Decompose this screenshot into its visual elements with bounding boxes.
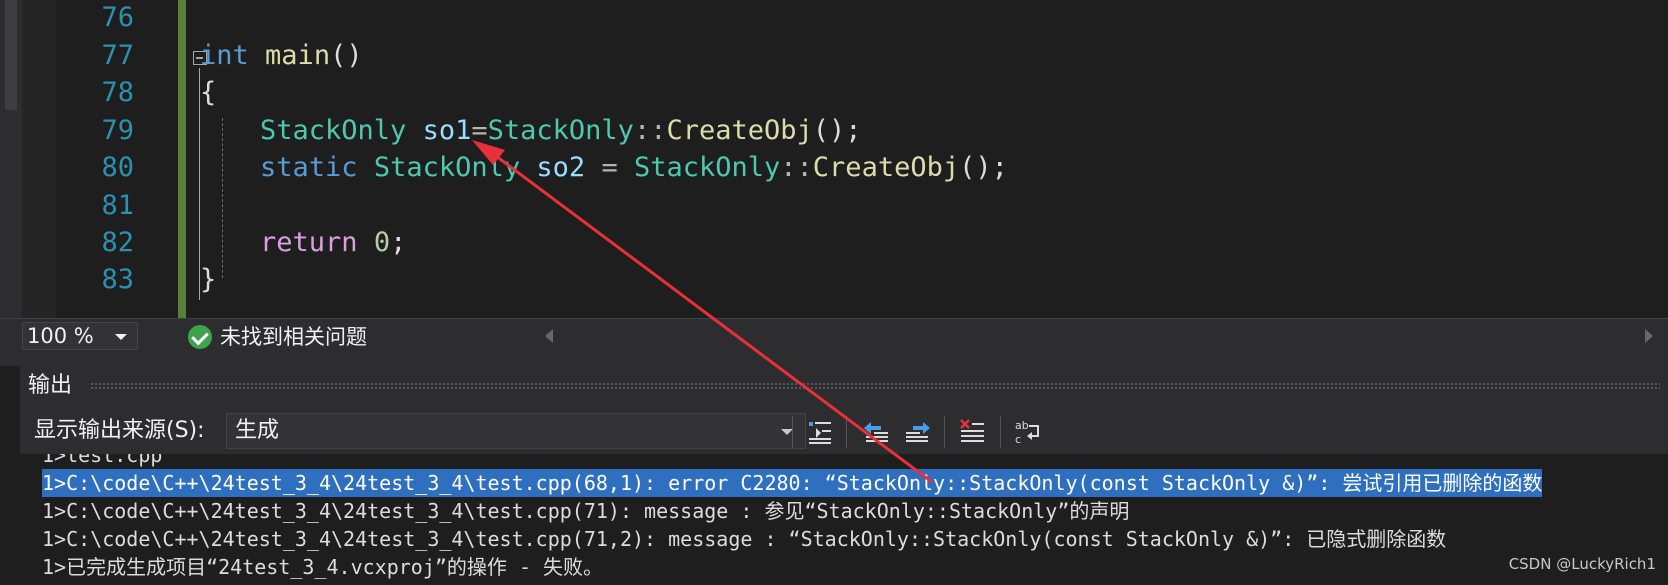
code-token-punct: (); — [959, 152, 1008, 183]
zoom-level-dropdown[interactable]: 100 % — [22, 322, 138, 350]
output-line-error-selected[interactable]: 1>C:\code\C++\24test_3_4\24test_3_4\test… — [42, 469, 1543, 497]
clear-all-icon — [960, 419, 984, 442]
watermark: CSDN @LuckyRich1 — [1508, 555, 1656, 573]
toolbar-separator — [944, 416, 945, 448]
code-token-punct: } — [200, 264, 217, 295]
chevron-down-icon — [115, 334, 127, 340]
code-line-83[interactable]: } — [200, 260, 216, 300]
code-token-function: CreateObj — [812, 152, 960, 183]
code-line-80[interactable]: static StackOnly so2 = StackOnly::Create… — [260, 148, 1008, 188]
word-wrap-icon: ab c — [1015, 419, 1039, 446]
code-token-type: StackOnly — [373, 152, 521, 183]
code-token-punct: (); — [812, 115, 862, 146]
line-number: 83 — [101, 264, 134, 295]
issues-status-text[interactable]: 未找到相关问题 — [220, 322, 367, 352]
find-message-icon — [809, 422, 831, 444]
toolbar-separator — [1000, 416, 1001, 448]
toolbar-separator — [846, 416, 847, 448]
line-number: 82 — [101, 227, 134, 258]
svg-text:ab: ab — [1015, 419, 1029, 432]
output-line[interactable]: 1>已完成生成项目“24test_3_4.vcxproj”的操作 - 失败。 — [42, 553, 603, 581]
code-token-function: main — [265, 40, 331, 71]
code-token-function: CreateObj — [666, 115, 813, 146]
output-panel-title[interactable]: 输出 — [28, 371, 72, 401]
find-message-button[interactable] — [804, 416, 836, 448]
code-token-punct: () — [330, 40, 363, 71]
svg-text:c: c — [1015, 433, 1021, 446]
indent-guide — [222, 118, 223, 278]
code-token-keyword: int — [200, 40, 249, 71]
line-number: 77 — [101, 40, 134, 71]
line-number: 78 — [101, 77, 134, 108]
clear-all-button[interactable] — [956, 416, 988, 448]
output-source-dropdown[interactable]: 生成 — [226, 413, 806, 449]
next-message-icon — [906, 422, 930, 442]
next-message-button[interactable] — [902, 416, 934, 448]
zoom-level-value: 100 % — [27, 324, 94, 348]
code-line-78[interactable]: { — [200, 73, 216, 113]
code-token-keyword: static — [260, 152, 358, 183]
check-circle-icon[interactable] — [188, 325, 212, 349]
code-token-variable: so2 — [536, 152, 586, 183]
panel-splitter[interactable] — [0, 354, 1668, 366]
code-token-type: StackOnly — [633, 152, 781, 183]
line-number: 79 — [101, 115, 134, 146]
indicator-margin — [22, 0, 56, 318]
scroll-left-icon[interactable] — [545, 329, 553, 343]
editor-status-bar: 100 % 未找到相关问题 — [0, 318, 1668, 354]
code-line-77[interactable]: int main() — [200, 36, 363, 76]
output-line[interactable]: 1>C:\code\C++\24test_3_4\24test_3_4\test… — [42, 497, 1129, 525]
toolbar-separator — [792, 416, 793, 448]
editor-left-margin — [0, 0, 22, 318]
line-number: 80 — [101, 152, 134, 183]
code-token-operator: :: — [780, 152, 813, 183]
prev-message-icon — [864, 422, 888, 442]
output-panel: 输出 显示输出来源(S): 生成 ab c 1>test.cpp 1>C:\co… — [20, 366, 1668, 585]
code-token-number: 0 — [373, 227, 391, 258]
code-token-operator: :: — [633, 115, 667, 146]
code-token-punct: { — [200, 77, 217, 108]
line-number: 81 — [101, 190, 134, 221]
code-token-type: StackOnly — [260, 115, 407, 146]
code-token-keyword: return — [260, 227, 358, 258]
output-source-label: 显示输出来源(S): — [34, 418, 205, 443]
code-line-82[interactable]: return 0; — [260, 223, 406, 263]
code-line-79[interactable]: StackOnly so1=StackOnly::CreateObj(); — [260, 111, 862, 151]
prev-message-button[interactable] — [860, 416, 892, 448]
title-bar-grip[interactable] — [90, 382, 1660, 390]
code-token-type: StackOnly — [487, 115, 634, 146]
code-token-variable: so1 — [422, 115, 472, 146]
code-token-punct: ; — [390, 227, 407, 258]
output-line[interactable]: 1>C:\code\C++\24test_3_4\24test_3_4\test… — [42, 525, 1446, 553]
change-tracking-bar — [178, 0, 186, 318]
code-token-operator: = — [471, 115, 488, 146]
output-line[interactable]: 1>test.cpp — [42, 454, 162, 469]
line-number: 76 — [101, 2, 134, 33]
code-token-operator: = — [601, 152, 618, 183]
code-editor[interactable]: 76 77 78 79 80 81 82 83 int main() { Sta… — [0, 0, 1668, 318]
output-source-value: 生成 — [235, 418, 280, 443]
scroll-right-icon[interactable] — [1645, 329, 1653, 343]
output-text-area[interactable]: 1>test.cpp 1>C:\code\C++\24test_3_4\24te… — [20, 454, 1668, 585]
margin-scroll-thumb[interactable] — [5, 0, 17, 110]
word-wrap-button[interactable]: ab c — [1012, 416, 1044, 448]
